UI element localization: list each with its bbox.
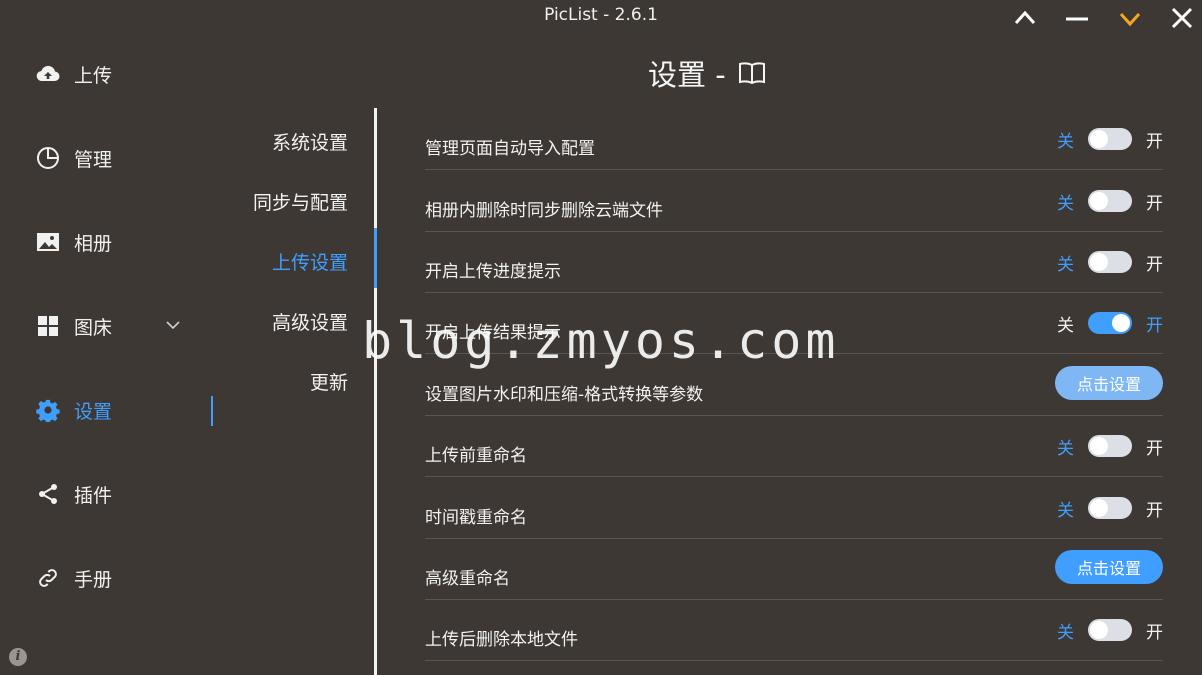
setting-switch-group: 关 开 (1057, 186, 1163, 216)
timestamp-rename-switch[interactable] (1088, 497, 1132, 519)
switch-off-label: 关 (1057, 622, 1074, 643)
setting-label: 开启上传进度提示 (425, 262, 561, 282)
chevron-down-icon[interactable] (164, 316, 182, 339)
minimize-icon[interactable] (1064, 5, 1090, 31)
settings-row: 上传后删除本地文件 关 开 (425, 599, 1163, 661)
page-title: 设置 - (648, 52, 766, 94)
settings-row: 高级重命名 点击设置 (425, 538, 1163, 600)
picture-icon (36, 230, 60, 254)
setting-switch-group: 关 开 (1057, 308, 1163, 338)
sidebar-item-label: 管理 (74, 148, 113, 171)
share-icon (36, 482, 60, 506)
settings-row: 时间戳重命名 关 开 (425, 477, 1163, 539)
advanced-rename-button[interactable]: 点击设置 (1055, 550, 1163, 584)
rename-before-upload-switch[interactable] (1088, 435, 1132, 457)
watermark-text: blog.zmyos.com (362, 312, 840, 370)
subnav-item-upload[interactable]: 上传设置 (272, 248, 348, 275)
switch-on-label: 开 (1146, 315, 1163, 336)
pie-chart-icon (36, 146, 60, 170)
sidebar-item-settings[interactable]: 设置 (36, 392, 112, 428)
grid-icon (36, 314, 60, 338)
subnav-item-sync[interactable]: 同步与配置 (253, 188, 348, 215)
switch-off-label: 关 (1057, 131, 1074, 152)
settings-subnav: 系统设置 同步与配置 上传设置 高级设置 更新 (230, 110, 378, 675)
close-icon[interactable] (1169, 5, 1195, 31)
setting-switch-group: 关 开 (1057, 124, 1163, 154)
sidebar-item-label: 设置 (74, 400, 113, 423)
settings-row: 开启上传进度提示 关 开 (425, 231, 1163, 293)
switch-on-label: 开 (1146, 131, 1163, 152)
switch-on-label: 开 (1146, 500, 1163, 521)
setting-label: 管理页面自动导入配置 (425, 139, 595, 159)
setting-button-group: 点击设置 (1055, 366, 1163, 400)
setting-label: 时间戳重命名 (425, 508, 527, 528)
subnav-item-system[interactable]: 系统设置 (272, 128, 348, 155)
switch-off-label: 关 (1057, 315, 1074, 336)
setting-switch-group: 关 开 (1057, 493, 1163, 523)
watermark-settings-button[interactable]: 点击设置 (1055, 366, 1163, 400)
app-window: PicList - 2.6.1 上传 管理 相册 图床 设置 插件 手册 i 设… (0, 0, 1202, 675)
book-icon[interactable] (738, 60, 766, 86)
sync-delete-cloud-switch[interactable] (1088, 190, 1132, 212)
subnav-item-advanced[interactable]: 高级设置 (272, 308, 348, 335)
sidebar-item-label: 手册 (74, 568, 113, 591)
title-bar: PicList - 2.6.1 (0, 0, 1202, 34)
setting-label: 上传前重命名 (425, 446, 527, 466)
setting-switch-group: 关 开 (1057, 247, 1163, 277)
cloud-upload-icon (36, 62, 60, 86)
setting-label: 高级重命名 (425, 569, 510, 589)
setting-label: 设置图片水印和压缩-格式转换等参数 (425, 385, 704, 405)
switch-on-label: 开 (1146, 438, 1163, 459)
switch-off-label: 关 (1057, 254, 1074, 275)
gear-icon (36, 398, 60, 422)
sidebar-active-indicator (211, 396, 213, 426)
sidebar-item-label: 图床 (74, 316, 113, 339)
link-icon (36, 566, 60, 590)
upload-result-switch[interactable] (1088, 312, 1132, 334)
sidebar-item-label: 相册 (74, 232, 113, 255)
upload-progress-switch[interactable] (1088, 251, 1132, 273)
sidebar-item-picbed[interactable]: 图床 (36, 308, 180, 344)
sidebar-item-upload[interactable]: 上传 (36, 56, 112, 92)
sidebar-item-plugins[interactable]: 插件 (36, 476, 112, 512)
sidebar-item-label: 插件 (74, 484, 113, 507)
chevron-down-icon[interactable] (1117, 5, 1143, 31)
switch-off-label: 关 (1057, 438, 1074, 459)
switch-on-label: 开 (1146, 622, 1163, 643)
sidebar-item-manual[interactable]: 手册 (36, 560, 112, 596)
subnav-item-update[interactable]: 更新 (310, 368, 348, 395)
setting-switch-group: 关 开 (1057, 615, 1163, 645)
sidebar-item-manage[interactable]: 管理 (36, 140, 112, 176)
settings-row: 管理页面自动导入配置 关 开 (425, 108, 1163, 170)
setting-button-group: 点击设置 (1055, 550, 1163, 584)
sidebar: 上传 管理 相册 图床 设置 插件 手册 (0, 34, 213, 675)
setting-label: 相册内删除时同步删除云端文件 (425, 201, 663, 221)
info-icon[interactable]: i (9, 648, 27, 666)
setting-switch-group: 关 开 (1057, 431, 1163, 461)
switch-on-label: 开 (1146, 193, 1163, 214)
sidebar-item-album[interactable]: 相册 (36, 224, 112, 260)
auto-import-switch[interactable] (1088, 128, 1132, 150)
setting-label: 上传后删除本地文件 (425, 630, 578, 650)
sidebar-item-label: 上传 (74, 64, 113, 87)
settings-row: 上传前重命名 关 开 (425, 415, 1163, 477)
delete-local-after-upload-switch[interactable] (1088, 619, 1132, 641)
settings-row: 相册内删除时同步删除云端文件 关 开 (425, 170, 1163, 232)
switch-off-label: 关 (1057, 193, 1074, 214)
collapse-up-icon[interactable] (1012, 5, 1038, 31)
switch-off-label: 关 (1057, 500, 1074, 521)
switch-on-label: 开 (1146, 254, 1163, 275)
